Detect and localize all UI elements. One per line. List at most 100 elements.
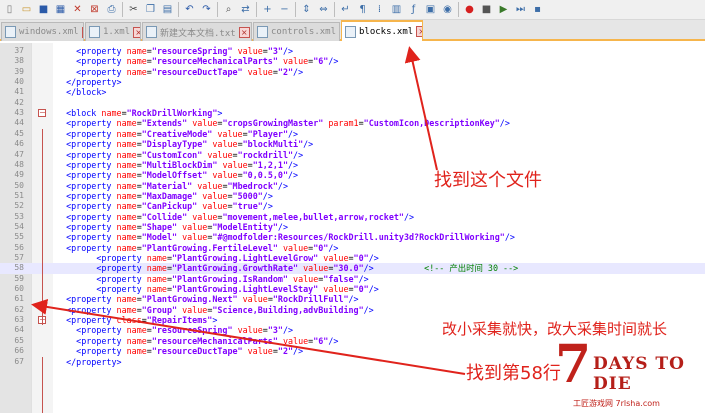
print-icon[interactable]: ⎙ [104, 2, 119, 17]
tab-blocks-xml[interactable]: blocks.xml × [341, 20, 423, 41]
code-line[interactable]: 40 </property> [0, 77, 705, 87]
monitor-icon[interactable]: ◉ [440, 2, 455, 17]
code-line[interactable]: 39 <property name="resourceDuctTape" val… [0, 67, 705, 77]
code-text: <property name="ModelOffset" value="0,0.… [66, 170, 299, 181]
logo-number: 7 [555, 334, 592, 395]
code-line[interactable]: 50 <property name="Material" value="Mbed… [0, 181, 705, 191]
toolbar: ▯ ▭ ■ ▦ ✕ ⊠ ⎙ ✂ ❐ ▤ ↶ ↷ ⌕ ⇄ + − ⇕ ⇔ ↵ ¶ ⁞ ▥ ƒ ▣ ◉ ● ■ ▶ ⏭ ▪ [0, 0, 705, 20]
code-line[interactable]: 57 <property name="PlantGrowing.LightLev… [0, 253, 705, 263]
stop-macro-icon[interactable]: ■ [479, 2, 494, 17]
code-line[interactable]: 41 </block> [0, 87, 705, 97]
tab-close-icon[interactable]: × [339, 27, 340, 38]
redo-icon[interactable]: ↷ [199, 2, 214, 17]
game-logo: 7 DAYS TO DIE 工匠游戏网 7rlsha.com [553, 334, 703, 410]
code-line[interactable]: 55 <property name="Model" value="#@modfo… [0, 232, 705, 242]
line-number: 41 [14, 87, 24, 97]
code-text: <property name="PlantGrowing.LightLevelS… [96, 284, 379, 295]
tab-windows-xml[interactable]: windows.xml × [1, 22, 84, 41]
replace-icon[interactable]: ⇄ [238, 2, 253, 17]
code-line[interactable]: 56 <property name="PlantGrowing.FertileL… [0, 243, 705, 253]
code-line[interactable]: 62 <property name="Group" value="Science… [0, 305, 705, 315]
sync-h-icon[interactable]: ⇔ [316, 2, 331, 17]
undo-icon[interactable]: ↶ [182, 2, 197, 17]
save-macro-icon[interactable]: ▪ [530, 2, 545, 17]
line-number: 49 [14, 170, 24, 180]
code-line[interactable]: 44 <property name="Extends" value="crops… [0, 118, 705, 128]
code-line[interactable]: 47 <property name="CustomIcon" value="ro… [0, 150, 705, 160]
code-line[interactable]: 37 <property name="resourceSpring" value… [0, 46, 705, 56]
tab-close-icon[interactable]: × [133, 26, 140, 38]
code-line[interactable]: 38 <property name="resourceMechanicalPar… [0, 56, 705, 66]
tab-label: controls.xml [271, 27, 337, 37]
line-number: 52 [14, 201, 24, 211]
tab-label: windows.xml [19, 27, 79, 37]
tab-1-xml[interactable]: 1.xml × [85, 22, 141, 41]
line-number: 50 [14, 180, 24, 190]
fold-toggle-icon[interactable]: − [38, 109, 46, 118]
function-list-icon[interactable]: ƒ [406, 2, 421, 17]
tab-controls-xml[interactable]: controls.xml × [253, 22, 340, 41]
code-text: <property name="Shape" value="ModelEntit… [66, 221, 289, 232]
tab-close-icon[interactable]: × [81, 26, 83, 38]
code-line[interactable]: 46 <property name="DisplayType" value="b… [0, 139, 705, 149]
code-line[interactable]: 61 <property name="PlantGrowing.Next" va… [0, 294, 705, 304]
code-line[interactable]: 51 <property name="MaxDamage" value="500… [0, 191, 705, 201]
tab-close-icon[interactable]: × [238, 26, 250, 38]
close-all-icon[interactable]: ⊠ [87, 2, 102, 17]
code-line[interactable]: 43 <block name="RockDrillWorking"> − [0, 108, 705, 118]
tab-new-text-document[interactable]: 新建文本文档.txt × [142, 22, 252, 41]
cut-icon[interactable]: ✂ [126, 2, 141, 17]
code-line[interactable]: 48 <property name="MultiBlockDim" value=… [0, 160, 705, 170]
line-number: 56 [14, 242, 24, 252]
code-text: <property name="Collide" value="movement… [66, 211, 415, 222]
open-file-icon[interactable]: ▭ [19, 2, 34, 17]
line-number: 44 [14, 118, 24, 128]
line-number: 42 [14, 97, 24, 107]
word-wrap-icon[interactable]: ↵ [338, 2, 353, 17]
code-text: </property> [66, 77, 122, 88]
line-number: 62 [14, 304, 24, 314]
code-line[interactable]: 58 <property name="PlantGrowing.GrowthRa… [0, 263, 705, 274]
zoom-out-icon[interactable]: − [277, 2, 292, 17]
line-number: 61 [14, 294, 24, 304]
file-icon [5, 26, 16, 38]
code-text: <property name="Model" value="#@modfolde… [66, 232, 515, 243]
line-number: 43 [14, 108, 24, 118]
code-line[interactable]: 53 <property name="Collide" value="movem… [0, 212, 705, 222]
doc-map-icon[interactable]: ▥ [389, 2, 404, 17]
paste-icon[interactable]: ▤ [160, 2, 175, 17]
code-line[interactable]: 54 <property name="Shape" value="ModelEn… [0, 222, 705, 232]
code-line[interactable]: 59 <property name="PlantGrowing.IsRandom… [0, 274, 705, 284]
code-line[interactable]: 49 <property name="ModelOffset" value="0… [0, 170, 705, 180]
tab-close-icon[interactable]: × [416, 26, 422, 37]
logo-title: DAYS TO DIE [593, 354, 685, 394]
zoom-in-icon[interactable]: + [260, 2, 275, 17]
code-line[interactable]: 45 <property name="CreativeMode" value="… [0, 129, 705, 139]
file-icon [89, 26, 100, 38]
file-icon [257, 26, 268, 38]
new-file-icon[interactable]: ▯ [2, 2, 17, 17]
find-icon[interactable]: ⌕ [221, 2, 236, 17]
code-line[interactable]: 60 <property name="PlantGrowing.LightLev… [0, 284, 705, 294]
line-number: 67 [14, 356, 24, 366]
show-all-icon[interactable]: ¶ [355, 2, 370, 17]
indent-guide-icon[interactable]: ⁞ [372, 2, 387, 17]
line-number: 37 [14, 46, 24, 55]
code-line[interactable]: 42 [0, 98, 705, 108]
save-icon[interactable]: ■ [36, 2, 51, 17]
run-macro-multiple-icon[interactable]: ⏭ [513, 2, 528, 17]
line-number: 38 [14, 56, 24, 66]
play-macro-icon[interactable]: ▶ [496, 2, 511, 17]
folder-workspace-icon[interactable]: ▣ [423, 2, 438, 17]
record-macro-icon[interactable]: ● [462, 2, 477, 17]
code-line[interactable]: 52 <property name="CanPickup" value="tru… [0, 201, 705, 211]
copy-icon[interactable]: ❐ [143, 2, 158, 17]
line-number: 60 [14, 284, 24, 294]
tab-label: 1.xml [103, 27, 131, 37]
close-icon[interactable]: ✕ [70, 2, 85, 17]
sync-v-icon[interactable]: ⇕ [299, 2, 314, 17]
save-all-icon[interactable]: ▦ [53, 2, 68, 17]
code-text: <property name="PlantGrowing.GrowthRate"… [96, 263, 519, 274]
code-text: <property name="CustomIcon" value="rockd… [66, 149, 304, 160]
line-number: 48 [14, 159, 24, 169]
